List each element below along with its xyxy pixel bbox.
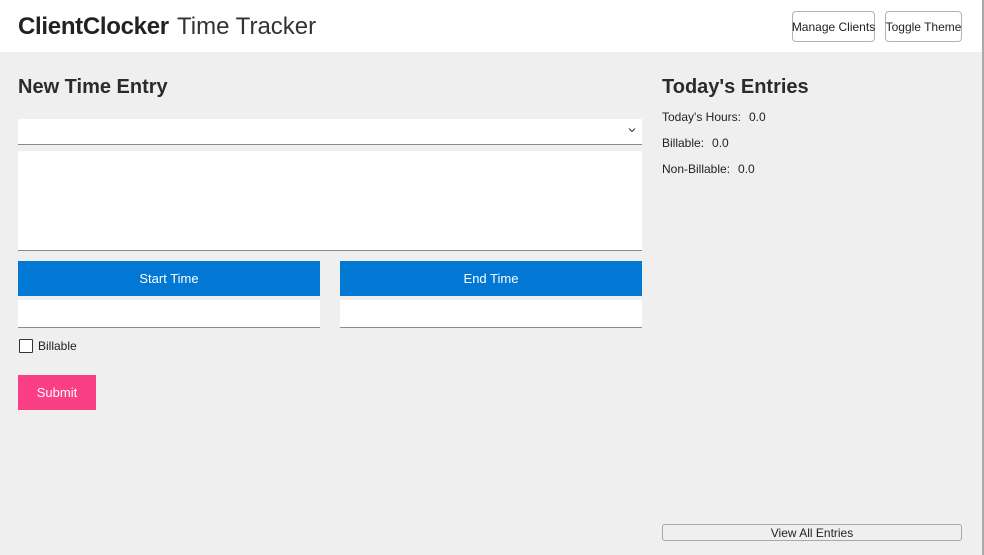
manage-clients-button[interactable]: Manage Clients: [792, 11, 875, 42]
todays-entries-title: Today's Entries: [662, 76, 809, 98]
billable-label: Billable: [38, 339, 77, 353]
end-time-input[interactable]: [340, 300, 642, 328]
app-subtitle: Time Tracker: [177, 13, 317, 40]
billable-hours-value: 0.0: [712, 136, 729, 150]
new-entry-title: New Time Entry: [18, 76, 168, 98]
todays-hours-label: Today's Hours:: [662, 110, 741, 124]
billable-hours-label: Billable:: [662, 136, 705, 150]
submit-button[interactable]: Submit: [18, 375, 96, 410]
billable-checkbox-row[interactable]: Billable: [19, 338, 77, 354]
nonbillable-hours-label: Non-Billable:: [662, 162, 731, 176]
start-time-input[interactable]: [18, 300, 320, 328]
nonbillable-hours-stat: Non-Billable: 0.0: [662, 162, 755, 176]
toggle-theme-button[interactable]: Toggle Theme: [885, 11, 962, 42]
billable-hours-stat: Billable: 0.0: [662, 136, 729, 150]
app-name: ClientClocker: [18, 13, 169, 40]
todays-hours-value: 0.0: [749, 110, 766, 124]
chevron-down-icon: [628, 128, 636, 133]
start-time-button[interactable]: Start Time: [18, 261, 320, 296]
client-select[interactable]: [18, 119, 642, 145]
nonbillable-hours-value: 0.0: [738, 162, 755, 176]
view-all-entries-button[interactable]: View All Entries: [662, 524, 962, 541]
app-header: ClientClocker Time Tracker Manage Client…: [0, 0, 982, 52]
end-time-button[interactable]: End Time: [340, 261, 642, 296]
billable-checkbox[interactable]: [19, 339, 33, 353]
notes-textarea[interactable]: [18, 151, 642, 251]
todays-hours-stat: Today's Hours: 0.0: [662, 110, 766, 124]
